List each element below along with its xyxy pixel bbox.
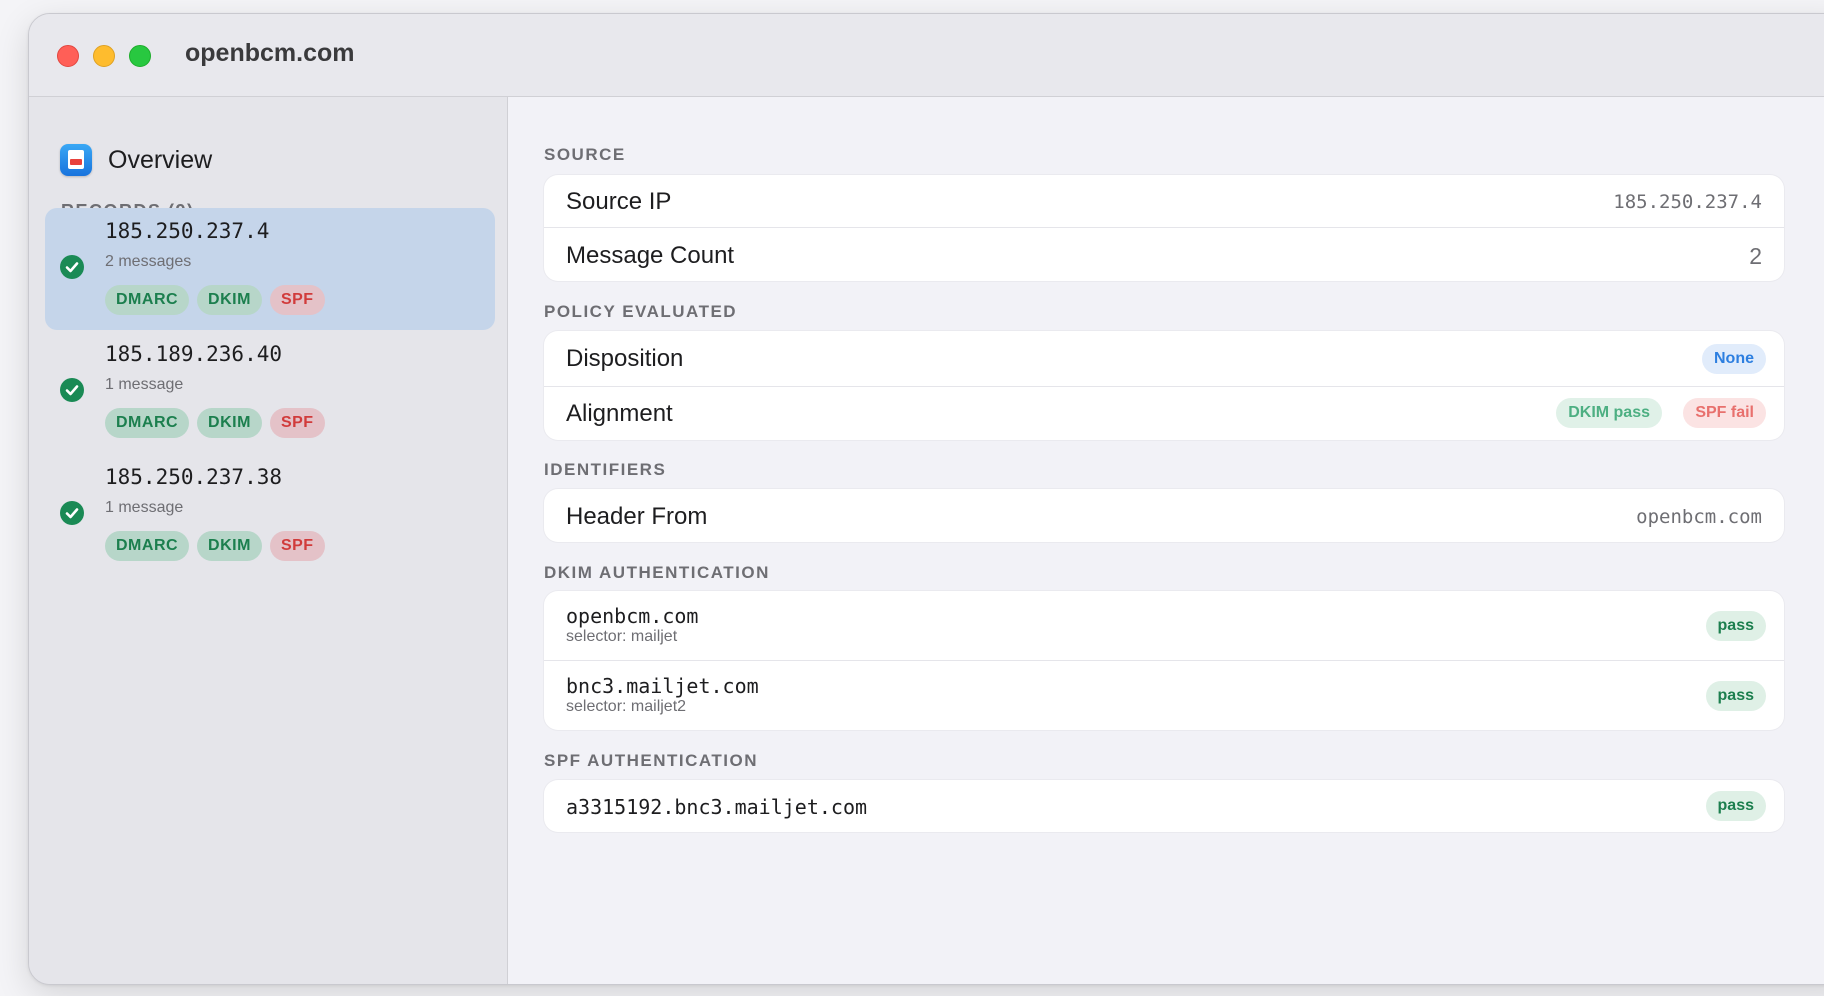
section-title-identifiers: IDENTIFIERS: [544, 460, 667, 479]
spf-entry-row: a3315192.bnc3.mailjet.com pass: [544, 780, 1784, 832]
header-from-row: Header From openbcm.com: [544, 489, 1784, 542]
record-message-count: 1 message: [105, 499, 184, 516]
dkim-domain: bnc3.mailjet.com: [566, 674, 759, 698]
disposition-row: Disposition None: [544, 331, 1784, 387]
record-message-count: 1 message: [105, 376, 184, 393]
spf-badge: SPF: [269, 285, 325, 315]
header-from-value: openbcm.com: [1636, 506, 1762, 528]
detail-pane: SOURCE Source IP 185.250.237.4 Message C…: [508, 97, 1824, 984]
spf-card: a3315192.bnc3.mailjet.com pass: [544, 780, 1784, 832]
identifiers-card: Header From openbcm.com: [544, 489, 1784, 542]
dkim-result-badge: pass: [1705, 611, 1766, 641]
message-count-value: 2: [1749, 243, 1762, 269]
close-window-button[interactable]: [57, 45, 79, 67]
spf-result-badge: pass: [1705, 791, 1766, 821]
dkim-entry-row: openbcm.com selector: mailjet pass: [544, 591, 1784, 661]
header-from-label: Header From: [566, 503, 708, 530]
sidebar: Overview RECORDS (9) 185.250.237.4 2 mes…: [29, 97, 508, 984]
spf-badge: SPF: [269, 531, 325, 561]
dkim-badge: DKIM: [197, 408, 262, 438]
app-icon: [60, 144, 92, 176]
disposition-badge: None: [1702, 344, 1766, 374]
disposition-label: Disposition: [566, 345, 684, 372]
record-ip: 185.250.237.4: [105, 219, 270, 243]
record-row[interactable]: 185.189.236.40 1 message DMARC DKIM SPF: [45, 331, 495, 453]
record-ip: 185.250.237.38: [105, 465, 283, 489]
dkim-badge: DKIM: [197, 285, 262, 315]
dkim-card: openbcm.com selector: mailjet pass bnc3.…: [544, 591, 1784, 730]
alignment-label: Alignment: [566, 400, 673, 427]
source-ip-label: Source IP: [566, 188, 672, 215]
dkim-result-badge: pass: [1705, 681, 1766, 711]
dkim-alignment-badge: DKIM pass: [1556, 398, 1662, 428]
spf-badge: SPF: [269, 408, 325, 438]
spf-alignment-badge: SPF fail: [1683, 398, 1766, 428]
record-ip: 185.189.236.40: [105, 342, 283, 366]
window-title: openbcm.com: [185, 39, 355, 67]
checkmark-circle-icon: [60, 378, 84, 402]
record-row[interactable]: 185.250.237.38 1 message DMARC DKIM SPF: [45, 454, 495, 576]
dkim-selector: selector: mailjet2: [566, 698, 687, 715]
alignment-row: Alignment DKIM pass SPF fail: [544, 387, 1784, 440]
dmarc-badge: DMARC: [105, 408, 190, 438]
section-title-dkim: DKIM AUTHENTICATION: [544, 563, 770, 582]
minimize-window-button[interactable]: [93, 45, 115, 67]
dmarc-badge: DMARC: [105, 531, 190, 561]
message-count-row: Message Count 2: [544, 228, 1784, 281]
checkmark-circle-icon: [60, 255, 84, 279]
source-ip-value: 185.250.237.4: [1613, 191, 1762, 213]
dkim-selector: selector: mailjet: [566, 628, 678, 645]
message-count-label: Message Count: [566, 242, 735, 269]
dmarc-badge: DMARC: [105, 285, 190, 315]
section-title-spf: SPF AUTHENTICATION: [544, 751, 758, 770]
spf-domain: a3315192.bnc3.mailjet.com: [566, 795, 868, 819]
record-row[interactable]: 185.250.237.4 2 messages DMARC DKIM SPF: [45, 208, 495, 330]
policy-card: Disposition None Alignment DKIM pass SPF…: [544, 331, 1784, 440]
app-window: openbcm.com Overview RECORDS (9) 185.250…: [28, 13, 1824, 985]
section-title-source: SOURCE: [544, 145, 626, 164]
sidebar-item-overview[interactable]: Overview: [60, 143, 212, 177]
zoom-window-button[interactable]: [129, 45, 151, 67]
title-bar: openbcm.com: [29, 14, 1824, 97]
dkim-badge: DKIM: [197, 531, 262, 561]
dkim-domain: openbcm.com: [566, 604, 699, 628]
source-card: Source IP 185.250.237.4 Message Count 2: [544, 175, 1784, 281]
source-ip-row: Source IP 185.250.237.4: [544, 175, 1784, 228]
section-title-policy: POLICY EVALUATED: [544, 302, 738, 321]
sidebar-item-label: Overview: [108, 145, 213, 174]
checkmark-circle-icon: [60, 501, 84, 525]
record-message-count: 2 messages: [105, 253, 192, 270]
dkim-entry-row: bnc3.mailjet.com selector: mailjet2 pass: [544, 661, 1784, 730]
